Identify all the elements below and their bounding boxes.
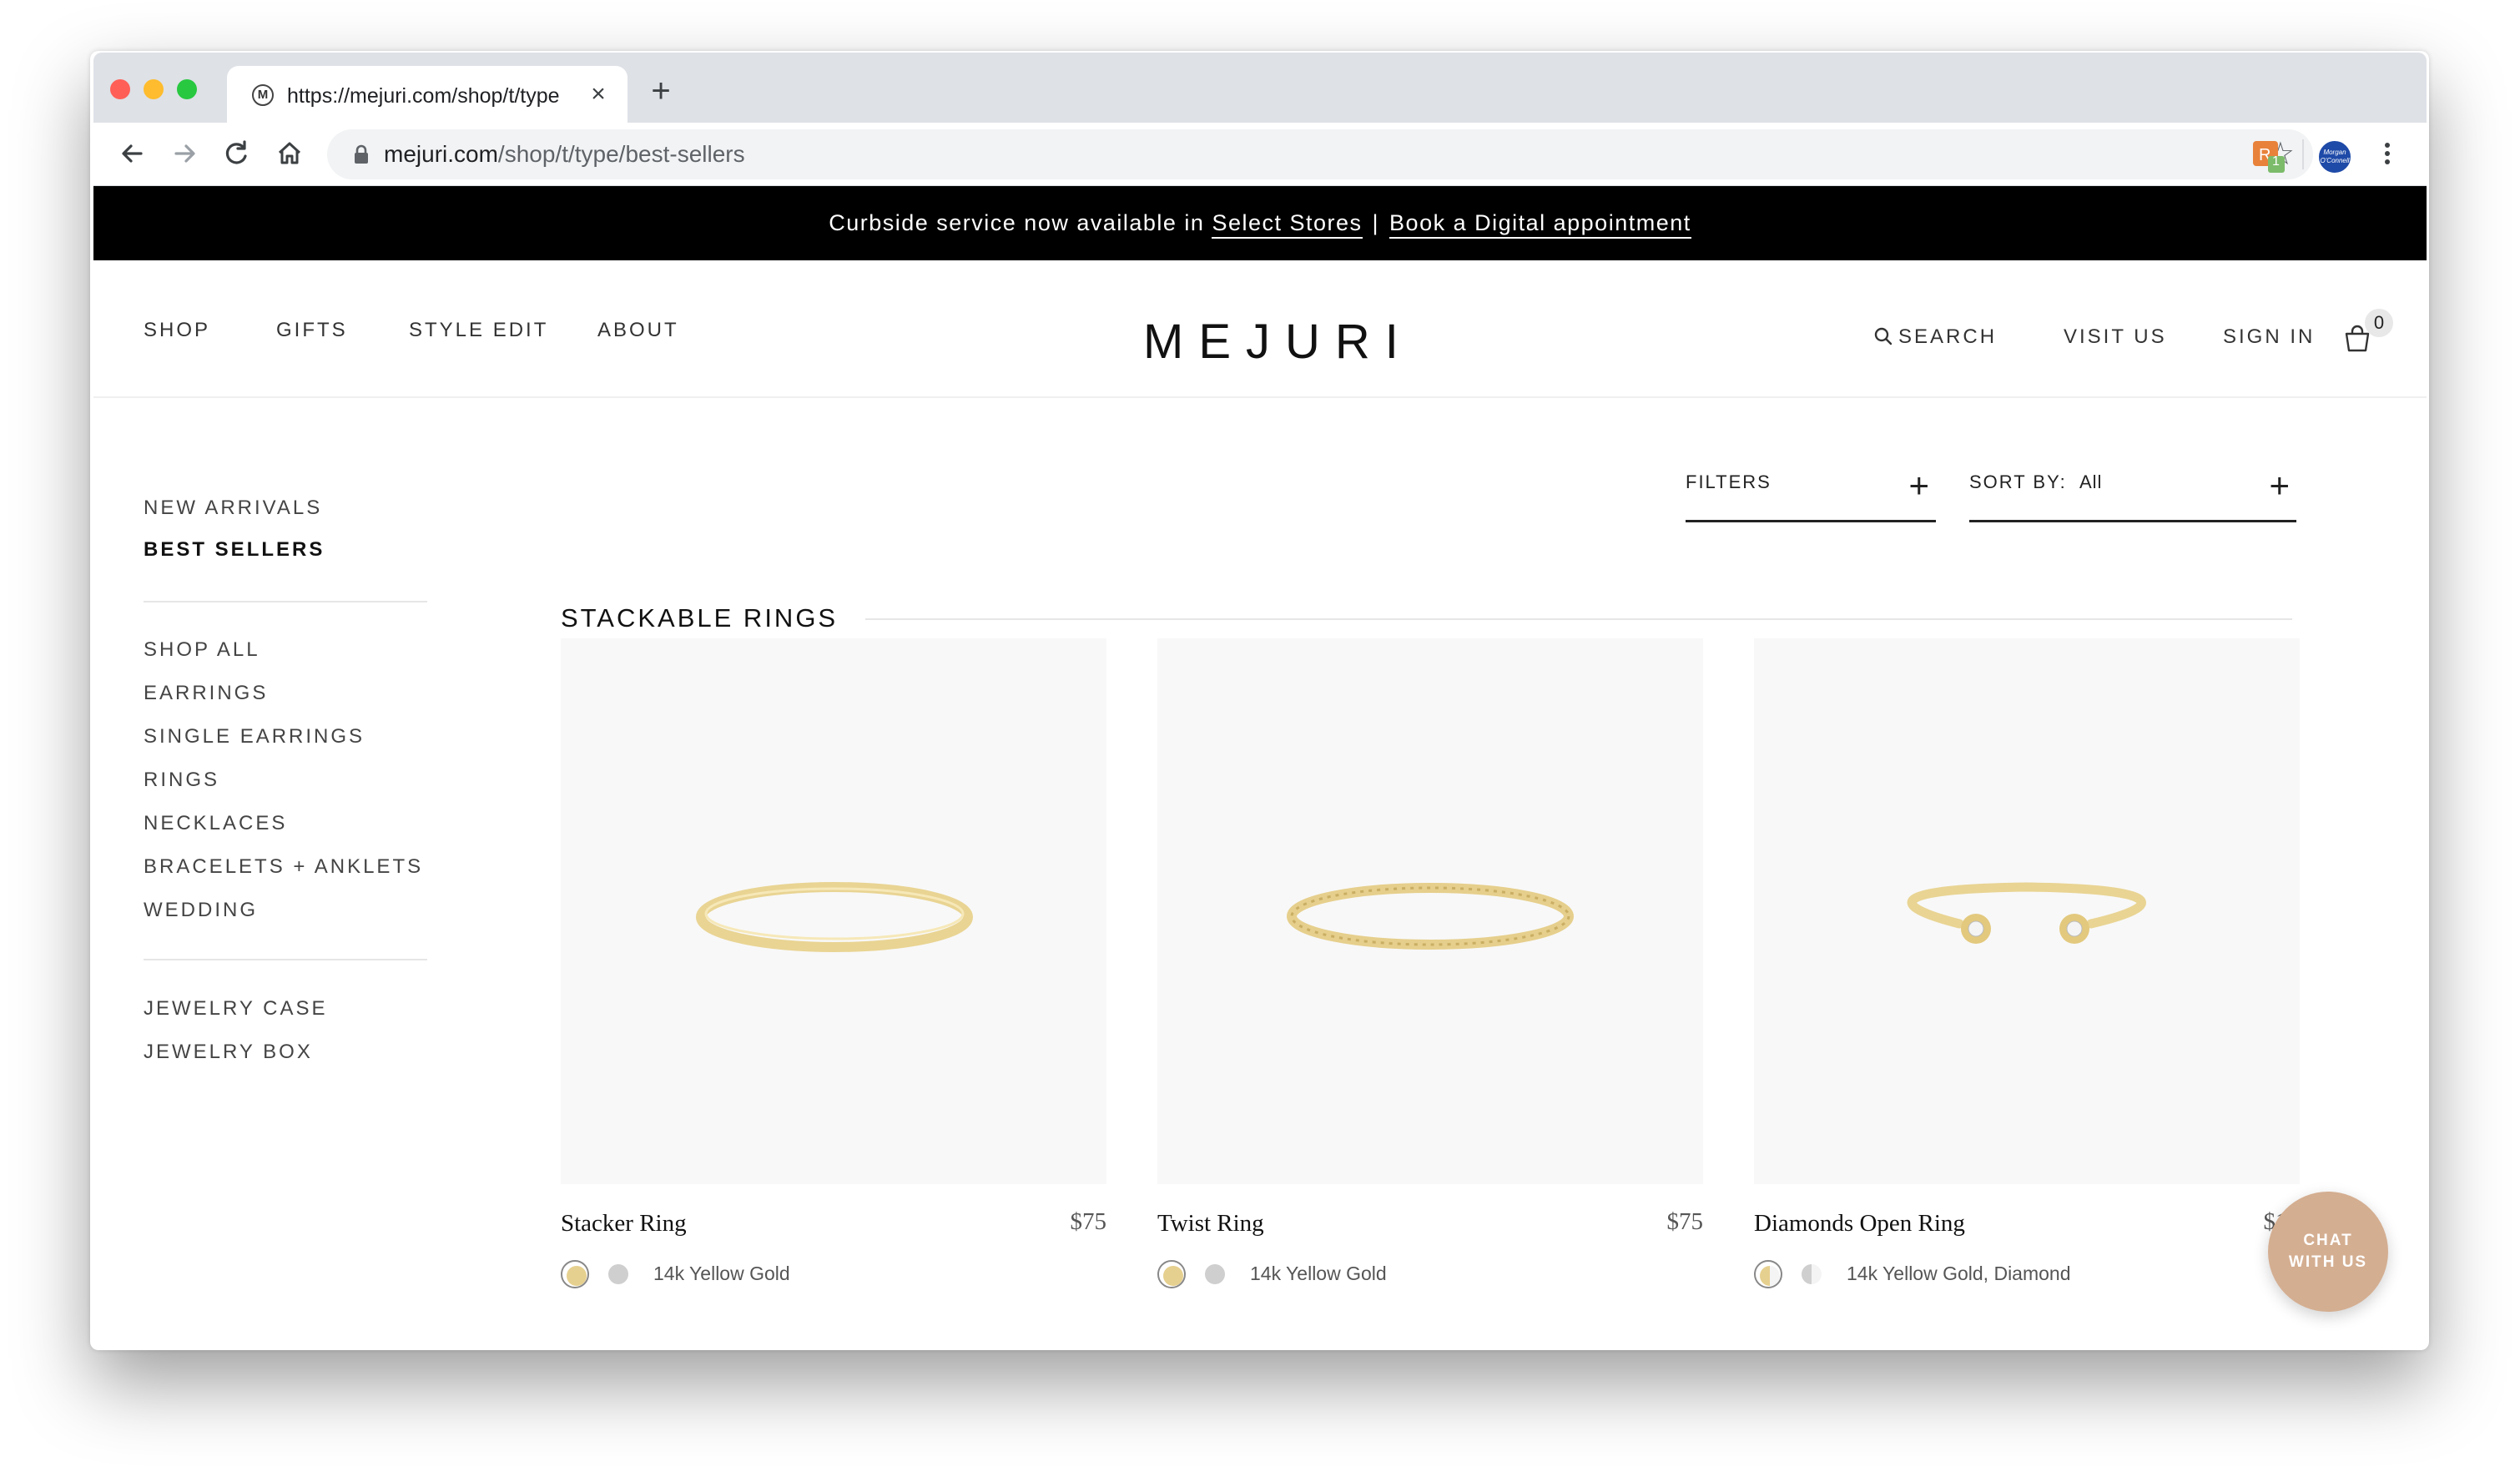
url-text[interactable]: mejuri.com/shop/t/type/best-sellers xyxy=(384,139,745,169)
search-button[interactable]: SEARCH xyxy=(1873,325,1997,349)
mejuri-logo[interactable]: MEJURI xyxy=(1143,314,1399,370)
back-arrow-icon[interactable] xyxy=(113,134,152,173)
promo-banner: Curbside service now available in Select… xyxy=(93,186,2427,260)
sidebar-item-earrings[interactable]: EARRINGS xyxy=(144,682,268,705)
main-navigation: SHOP GIFTS STYLE EDIT ABOUT MEJURI SEARC… xyxy=(93,260,2427,398)
mejuri-favicon-icon: M xyxy=(252,84,274,106)
filters-plus-icon: + xyxy=(1908,466,1931,505)
nav-sign-in[interactable]: SIGN IN xyxy=(2223,325,2315,349)
chat-label-line2: WITH US xyxy=(2288,1253,2368,1271)
product-material: 14k Yellow Gold xyxy=(653,1263,790,1284)
ring-image xyxy=(1287,883,1574,950)
tab-strip: M https://mejuri.com/shop/t/type × + xyxy=(93,53,2427,123)
silver-swatch[interactable] xyxy=(604,1260,633,1288)
gold-swatch[interactable] xyxy=(561,1260,589,1288)
promo-separator: | xyxy=(1372,210,1380,235)
nav-shop[interactable]: SHOP xyxy=(144,319,210,342)
nav-visit-us[interactable]: VISIT US xyxy=(2064,325,2167,349)
ring-image xyxy=(1907,882,2146,944)
home-icon[interactable] xyxy=(270,134,309,173)
sidebar-item-best-sellers[interactable]: BEST SELLERS xyxy=(144,538,325,562)
sort-label: SORT BY: xyxy=(1969,471,2067,492)
maximize-window-button[interactable] xyxy=(177,79,197,99)
extension-icon[interactable]: R 1 xyxy=(2251,139,2286,174)
sidebar-item-bracelets-anklets[interactable]: BRACELETS + ANKLETS xyxy=(144,855,423,879)
product-image-diamonds-open-ring[interactable] xyxy=(1754,638,2300,1184)
nav-about[interactable]: ABOUT xyxy=(597,319,679,342)
promo-text: Curbside service now available in xyxy=(829,210,1205,235)
toolbar-divider xyxy=(2302,139,2304,169)
web-page: Curbside service now available in Select… xyxy=(93,186,2427,1348)
lock-icon[interactable] xyxy=(354,144,369,164)
filters-dropdown[interactable]: FILTERS + xyxy=(1686,466,1936,522)
sidebar-item-single-earrings[interactable]: SINGLE EARRINGS xyxy=(144,725,365,749)
chat-label-line1: CHAT xyxy=(2303,1232,2353,1249)
search-label: SEARCH xyxy=(1898,325,1998,348)
product-image-stacker-ring[interactable] xyxy=(561,638,1106,1184)
product-material: 14k Yellow Gold, Diamond xyxy=(1847,1263,2071,1284)
sidebar-item-jewelry-case[interactable]: JEWELRY CASE xyxy=(144,997,328,1021)
nav-style-edit[interactable]: STYLE EDIT xyxy=(409,319,548,342)
search-icon xyxy=(1874,327,1893,345)
section-title: STACKABLE RINGS xyxy=(561,603,839,633)
gold-diamond-swatch[interactable] xyxy=(1754,1260,1782,1288)
chat-with-us-button[interactable]: CHAT WITH US xyxy=(2268,1192,2388,1312)
close-window-button[interactable] xyxy=(110,79,130,99)
close-tab-icon[interactable]: × xyxy=(586,81,611,108)
sidebar-item-rings[interactable]: RINGS xyxy=(144,769,219,792)
profile-label: Morgan O'Connell xyxy=(2320,149,2350,164)
product-price: $75 xyxy=(1666,1208,1704,1235)
reload-icon[interactable] xyxy=(217,134,255,173)
extension-badge: 1 xyxy=(2272,154,2280,169)
new-tab-button[interactable]: + xyxy=(644,74,678,108)
cart-count-badge: 0 xyxy=(2365,309,2393,337)
sidebar-item-necklaces[interactable]: NECKLACES xyxy=(144,812,287,835)
book-appointment-link[interactable]: Book a Digital appointment xyxy=(1389,210,1691,239)
section-divider xyxy=(865,618,2292,620)
browser-toolbar: mejuri.com/shop/t/type/best-sellers ☆ R … xyxy=(93,123,2427,186)
silver-swatch[interactable] xyxy=(1201,1260,1229,1288)
browser-tab[interactable]: M https://mejuri.com/shop/t/type × xyxy=(227,66,627,123)
product-name[interactable]: Stacker Ring xyxy=(561,1210,687,1238)
product-name[interactable]: Diamonds Open Ring xyxy=(1754,1210,1965,1238)
browser-menu-icon[interactable] xyxy=(2368,134,2407,173)
product-price: $75 xyxy=(1070,1208,1107,1235)
sidebar-divider xyxy=(144,601,427,602)
url-path: /shop/t/type/best-sellers xyxy=(497,141,745,167)
profile-avatar[interactable]: Morgan O'Connell xyxy=(2317,139,2352,174)
address-bar[interactable]: mejuri.com/shop/t/type/best-sellers ☆ xyxy=(327,129,2313,179)
sidebar-divider xyxy=(144,959,427,960)
minimize-window-button[interactable] xyxy=(144,79,164,99)
silver-diamond-swatch[interactable] xyxy=(1797,1260,1826,1288)
sidebar-item-shop-all[interactable]: SHOP ALL xyxy=(144,638,260,662)
filters-label: FILTERS xyxy=(1686,471,1772,492)
gold-swatch[interactable] xyxy=(1157,1260,1186,1288)
product-image-twist-ring[interactable] xyxy=(1157,638,1703,1184)
ring-image xyxy=(696,882,973,952)
sidebar-item-jewelry-box[interactable]: JEWELRY BOX xyxy=(144,1041,313,1064)
url-host: mejuri.com xyxy=(384,141,498,167)
sidebar-item-wedding[interactable]: WEDDING xyxy=(144,899,258,922)
nav-gifts[interactable]: GIFTS xyxy=(276,319,348,342)
select-stores-link[interactable]: Select Stores xyxy=(1212,210,1363,239)
sidebar-item-new-arrivals[interactable]: NEW ARRIVALS xyxy=(144,497,322,520)
product-material: 14k Yellow Gold xyxy=(1250,1263,1387,1284)
browser-window: M https://mejuri.com/shop/t/type × + mej… xyxy=(93,53,2427,1348)
sort-value: All xyxy=(2079,471,2103,492)
product-name[interactable]: Twist Ring xyxy=(1157,1210,1264,1238)
forward-arrow-icon[interactable] xyxy=(165,134,204,173)
sort-dropdown[interactable]: SORT BY: All + xyxy=(1969,466,2296,522)
sort-plus-icon: + xyxy=(2269,466,2291,505)
tab-title: https://mejuri.com/shop/t/type xyxy=(287,84,560,108)
